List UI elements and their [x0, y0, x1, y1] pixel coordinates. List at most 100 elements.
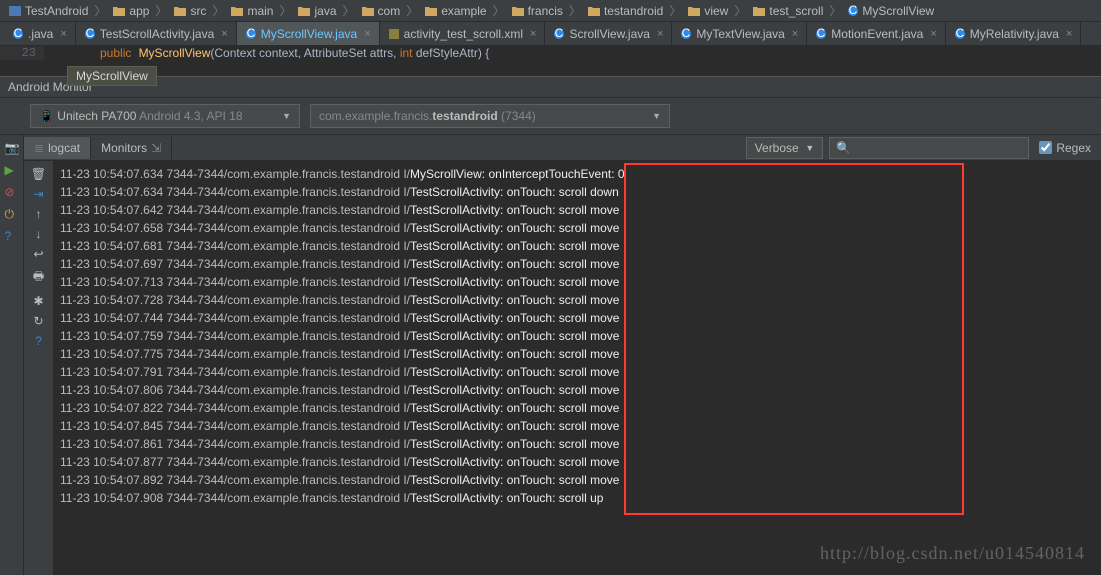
tool-window-title[interactable]: Android Monitor	[0, 76, 1101, 98]
chevron-right-icon: 〉	[493, 2, 505, 19]
close-icon[interactable]: ×	[657, 28, 663, 40]
log-line: 11-23 10:54:07.759 7344-7344/com.example…	[60, 327, 1095, 345]
log-line: 11-23 10:54:07.634 7344-7344/com.example…	[60, 183, 1095, 201]
chevron-right-icon: 〉	[406, 2, 418, 19]
svg-text:C: C	[682, 28, 691, 40]
log-line: 11-23 10:54:07.845 7344-7344/com.example…	[60, 417, 1095, 435]
log-line: 11-23 10:54:07.658 7344-7344/com.example…	[60, 219, 1095, 237]
close-icon[interactable]: ×	[60, 28, 66, 40]
code-line: public MyScrollView(Context context, Att…	[44, 46, 489, 61]
svg-text:C: C	[246, 28, 255, 40]
breadcrumb-item[interactable]: main	[228, 4, 275, 18]
print-icon[interactable]: 🖶	[33, 267, 44, 288]
chevron-right-icon: 〉	[734, 2, 746, 19]
close-icon[interactable]: ×	[792, 28, 798, 40]
svg-text:C: C	[14, 28, 23, 40]
log-line: 11-23 10:54:07.806 7344-7344/com.example…	[60, 381, 1095, 399]
chevron-down-icon: ▼	[282, 111, 291, 121]
down-icon[interactable]: ↓	[36, 227, 42, 241]
camera-icon[interactable]: 📷	[5, 141, 19, 155]
close-icon[interactable]: ×	[930, 28, 936, 40]
regex-checkbox[interactable]: Regex	[1039, 141, 1091, 155]
close-icon[interactable]: ×	[221, 28, 227, 40]
close-icon[interactable]: ×	[530, 28, 536, 40]
chevron-right-icon: 〉	[569, 2, 581, 19]
settings-icon[interactable]: ✱	[33, 294, 43, 308]
play-icon[interactable]: ▶	[5, 163, 19, 177]
editor-tab[interactable]: CMotionEvent.java×	[807, 22, 946, 46]
device-selector[interactable]: 📱 Unitech PA700 Android 4.3, API 18 ▼	[30, 104, 300, 128]
process-selector[interactable]: com.example.francis.testandroid (7344) ▼	[310, 104, 670, 128]
up-icon[interactable]: ↑	[36, 207, 42, 221]
log-line: 11-23 10:54:07.791 7344-7344/com.example…	[60, 363, 1095, 381]
scroll-end-icon[interactable]: ⇥	[33, 187, 43, 201]
chevron-right-icon: 〉	[94, 2, 106, 19]
tooltip: MyScrollView	[67, 66, 157, 86]
chevron-right-icon: 〉	[669, 2, 681, 19]
selectors-bar: 📱 Unitech PA700 Android 4.3, API 18 ▼ co…	[0, 98, 1101, 135]
log-line: 11-23 10:54:07.908 7344-7344/com.example…	[60, 489, 1095, 507]
editor-tab[interactable]: CMyScrollView.java×	[237, 22, 380, 46]
editor-tab[interactable]: CTestScrollActivity.java×	[76, 22, 237, 46]
breadcrumb-item[interactable]: testandroid	[585, 4, 665, 18]
log-line: 11-23 10:54:07.822 7344-7344/com.example…	[60, 399, 1095, 417]
chevron-down-icon: ▼	[652, 111, 661, 121]
svg-text:C: C	[555, 28, 564, 40]
wrap-icon[interactable]: ↩	[33, 247, 43, 261]
breadcrumb-item[interactable]: app	[110, 4, 151, 18]
breadcrumb-item[interactable]: java	[295, 4, 338, 18]
log-line: 11-23 10:54:07.877 7344-7344/com.example…	[60, 453, 1095, 471]
tab-monitors[interactable]: Monitors ⇲	[91, 137, 172, 159]
editor-tab[interactable]: C.java×	[4, 22, 76, 46]
log-actions-gutter: 🗑 ⇥ ↑ ↓ ↩ 🖶 ✱ ↻ ?	[24, 161, 54, 575]
log-line: 11-23 10:54:07.713 7344-7344/com.example…	[60, 273, 1095, 291]
chevron-right-icon: 〉	[829, 2, 841, 19]
breadcrumb-item[interactable]: CMyScrollView	[845, 4, 936, 18]
stop-icon[interactable]: ⊘	[5, 185, 19, 199]
log-line: 11-23 10:54:07.642 7344-7344/com.example…	[60, 201, 1095, 219]
close-icon[interactable]: ×	[364, 28, 370, 40]
breadcrumb-bar: TestAndroid〉app〉src〉main〉java〉com〉exampl…	[0, 0, 1101, 22]
log-output[interactable]: 11-23 10:54:07.634 7344-7344/com.example…	[54, 161, 1101, 575]
log-line: 11-23 10:54:07.861 7344-7344/com.example…	[60, 435, 1095, 453]
restart-icon[interactable]: ↻	[33, 314, 43, 328]
help-icon[interactable]: ?	[5, 229, 19, 243]
editor-tab[interactable]: CMyTextView.java×	[672, 22, 807, 46]
logcat-icon: ≣	[34, 141, 44, 155]
trash-icon[interactable]: 🗑	[31, 167, 46, 181]
chevron-right-icon: 〉	[279, 2, 291, 19]
breadcrumb-item[interactable]: view	[685, 4, 730, 18]
search-icon: 🔍	[836, 141, 851, 155]
editor-tab[interactable]: CScrollView.java×	[545, 22, 672, 46]
restore-icon: ⇲	[151, 141, 161, 155]
tab-logcat[interactable]: ≣ logcat	[24, 137, 91, 159]
log-level-selector[interactable]: Verbose ▼	[746, 137, 824, 159]
breadcrumb-item[interactable]: example	[422, 4, 488, 18]
breadcrumb-item[interactable]: francis	[509, 4, 565, 18]
chevron-right-icon: 〉	[155, 2, 167, 19]
editor-tab[interactable]: CMyRelativity.java×	[946, 22, 1082, 46]
watermark: http://blog.csdn.net/u014540814	[820, 543, 1085, 564]
editor-tab[interactable]: activity_test_scroll.xml×	[380, 22, 546, 46]
help-icon[interactable]: ?	[35, 334, 42, 348]
code-editor[interactable]: 23 public MyScrollView(Context context, …	[0, 46, 1101, 76]
breadcrumb-item[interactable]: com	[359, 4, 403, 18]
log-line: 11-23 10:54:07.681 7344-7344/com.example…	[60, 237, 1095, 255]
svg-text:C: C	[817, 28, 826, 40]
search-field[interactable]	[855, 141, 1022, 155]
breadcrumb-item[interactable]: src	[171, 4, 208, 18]
log-search-input[interactable]: 🔍	[829, 137, 1029, 159]
log-line: 11-23 10:54:07.697 7344-7344/com.example…	[60, 255, 1095, 273]
left-gutter: 📷 ▶ ⊘ ⏻ ?	[0, 135, 24, 575]
svg-text:C: C	[955, 28, 964, 40]
regex-check[interactable]	[1039, 141, 1052, 154]
terminate-icon[interactable]: ⏻	[5, 207, 19, 221]
log-line: 11-23 10:54:07.775 7344-7344/com.example…	[60, 345, 1095, 363]
breadcrumb-item[interactable]: test_scroll	[750, 4, 825, 18]
log-line: 11-23 10:54:07.728 7344-7344/com.example…	[60, 291, 1095, 309]
log-line: 11-23 10:54:07.744 7344-7344/com.example…	[60, 309, 1095, 327]
breadcrumb-item[interactable]: TestAndroid	[6, 4, 90, 18]
close-icon[interactable]: ×	[1066, 28, 1072, 40]
log-line: 11-23 10:54:07.892 7344-7344/com.example…	[60, 471, 1095, 489]
device-icon: 📱 Unitech PA700 Android 4.3, API 18	[39, 109, 243, 123]
